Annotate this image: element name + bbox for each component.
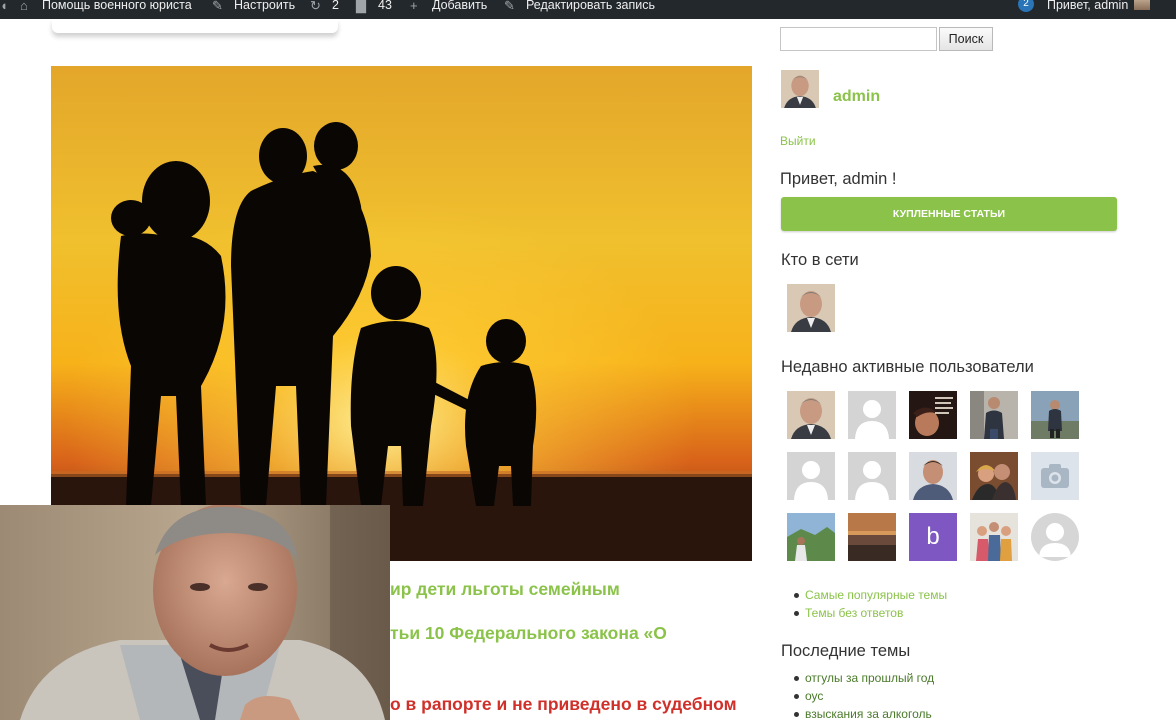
previous-post-card [52,19,338,33]
recent-user-avatar[interactable] [848,513,896,561]
post-title-3[interactable]: о в рапорте и не приведено в судебном [390,694,737,715]
default-avatar-icon [787,452,835,500]
latest-topics-title: Последние темы [781,642,911,660]
user-photo [909,391,957,439]
default-avatar-icon [848,452,896,500]
list-item: оус [793,687,934,705]
default-avatar-icon [1031,513,1079,561]
account-avatar [1134,0,1151,10]
list-item: Темы без ответов [793,604,947,622]
edit-post-menu[interactable]: ✎ Редактировать запись [504,0,655,19]
camera-icon [1031,452,1079,500]
recent-users-title: Недавно активные пользователи [781,358,1034,376]
customize-menu[interactable]: ✎ Настроить [212,0,295,19]
updates-icon: ↻ [310,0,321,13]
user-photo [781,70,819,108]
recent-user-avatar[interactable] [970,391,1018,439]
user-photo [787,284,835,332]
webcam-overlay [0,505,390,720]
site-name-label: Помощь военного юриста [42,0,192,12]
recent-user-avatar[interactable] [848,452,896,500]
edit-label: Редактировать запись [526,0,656,12]
comments-count: 43 [378,0,392,12]
user-photo [909,452,957,500]
recent-user-avatar[interactable] [909,452,957,500]
profile-username[interactable]: admin [833,88,880,106]
wp-logo-icon[interactable]: ◖ [0,0,14,19]
purchased-articles-button[interactable]: КУПЛЕННЫЕ СТАТЬИ [781,197,1117,231]
list-item: отгулы за прошлый год [793,669,934,687]
greeting-text: Привет, admin ! [780,170,897,188]
post-featured-image[interactable] [51,66,752,561]
online-users-title: Кто в сети [781,251,859,269]
add-label: Добавить [432,0,488,12]
my-account-menu[interactable]: Привет, admin [1047,0,1151,19]
site-name-menu[interactable]: ⌂ Помощь военного юриста [20,0,192,19]
notifications-badge: 2 [1018,0,1034,12]
post-title-1[interactable]: ир дети льготы семейным [390,579,620,600]
latest-topics-list: отгулы за прошлый год оус взыскания за а… [793,669,934,720]
forum-links: Самые популярные темы Темы без ответов [793,586,947,622]
topic-link[interactable]: взыскания за алкоголь [805,707,932,720]
updates-menu[interactable]: ↻ 2 [310,0,339,19]
comments-menu[interactable]: ▇ 43 [356,0,392,19]
recent-user-avatar[interactable] [970,513,1018,561]
popular-topics-link[interactable]: Самые популярные темы [805,588,947,602]
presenter-video-frame [0,505,390,720]
recent-user-avatar[interactable] [909,391,957,439]
recent-user-avatar[interactable] [1031,513,1079,561]
online-user-avatar[interactable] [787,284,835,332]
profile-avatar[interactable] [781,70,819,108]
recent-user-avatar[interactable] [787,391,835,439]
family-sunset-image [51,66,752,561]
pencil-icon: ✎ [504,0,515,13]
topic-link[interactable]: оус [805,689,823,703]
user-photo [970,452,1018,500]
user-photo [1031,391,1079,439]
brush-icon: ✎ [212,0,223,13]
recent-user-avatar[interactable] [787,452,835,500]
recent-user-avatar[interactable] [970,452,1018,500]
comment-icon: ▇ [356,0,366,13]
search-input[interactable] [780,27,937,51]
new-content-menu[interactable]: + Добавить [410,0,487,19]
recent-user-avatar[interactable] [848,391,896,439]
user-photo [787,513,835,561]
unanswered-topics-link[interactable]: Темы без ответов [805,606,903,620]
customize-label: Настроить [234,0,296,12]
user-photo [970,391,1018,439]
user-photo [787,391,835,439]
list-item: взыскания за алкоголь [793,705,934,720]
recent-user-avatar[interactable] [1031,391,1079,439]
recent-user-avatar[interactable]: b [909,513,957,561]
user-photo [970,513,1018,561]
post-title-2[interactable]: тьи 10 Федерального закона «О [390,623,667,644]
notifications-menu[interactable]: 2 [1018,0,1034,19]
logout-link[interactable]: Выйти [780,134,816,148]
home-icon: ⌂ [20,0,28,13]
account-greeting: Привет, admin [1047,0,1129,12]
search-button[interactable]: Поиск [939,27,993,51]
user-photo [848,513,896,561]
recent-user-avatar[interactable] [787,513,835,561]
admin-bar: ◖ ⌂ Помощь военного юриста ✎ Настроить ↻… [0,0,1176,19]
recent-user-avatar[interactable] [1031,452,1079,500]
topic-link[interactable]: отгулы за прошлый год [805,671,934,685]
letter-avatar: b [926,523,940,550]
updates-count: 2 [332,0,339,12]
list-item: Самые популярные темы [793,586,947,604]
plus-icon: + [410,0,418,13]
default-avatar-icon [848,391,896,439]
